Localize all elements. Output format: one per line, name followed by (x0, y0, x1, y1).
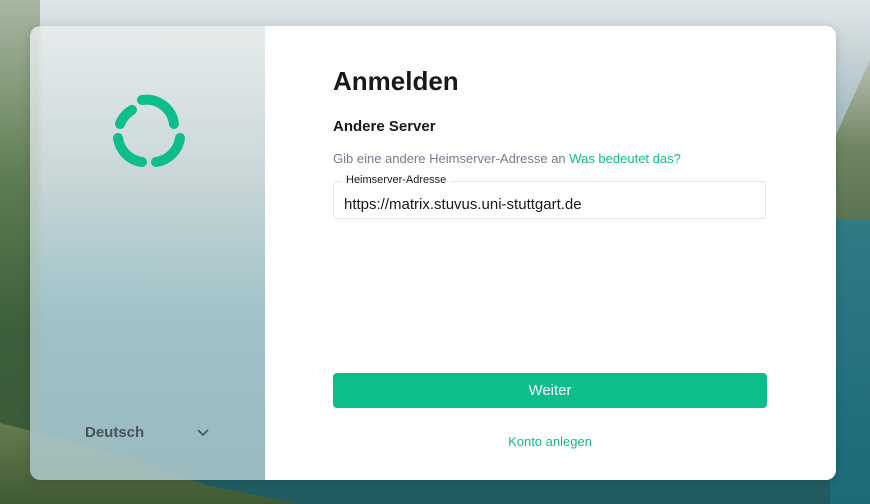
auth-main-panel: Anmelden Andere Server Gib eine andere H… (265, 26, 836, 480)
continue-button[interactable]: Weiter (333, 373, 767, 408)
homeserver-input[interactable] (334, 182, 765, 218)
section-title: Andere Server (333, 118, 436, 135)
homeserver-field[interactable]: Heimserver-Adresse (333, 174, 766, 219)
element-logo-icon (113, 94, 185, 167)
chevron-down-icon (197, 425, 209, 440)
create-account-link[interactable]: Konto anlegen (333, 434, 767, 449)
page-title: Anmelden (333, 66, 459, 96)
server-description: Gib eine andere Heimserver-Adresse an Wa… (333, 151, 681, 166)
help-link[interactable]: Was bedeutet das? (569, 151, 681, 166)
description-text: Gib eine andere Heimserver-Adresse an (333, 151, 566, 166)
language-label: Deutsch (85, 423, 145, 441)
auth-side-panel: Deutsch (30, 26, 265, 480)
background-lake (830, 220, 870, 504)
auth-card: Deutsch Anmelden Andere Server Gib eine … (30, 26, 836, 480)
language-dropdown[interactable]: Deutsch (85, 420, 215, 444)
